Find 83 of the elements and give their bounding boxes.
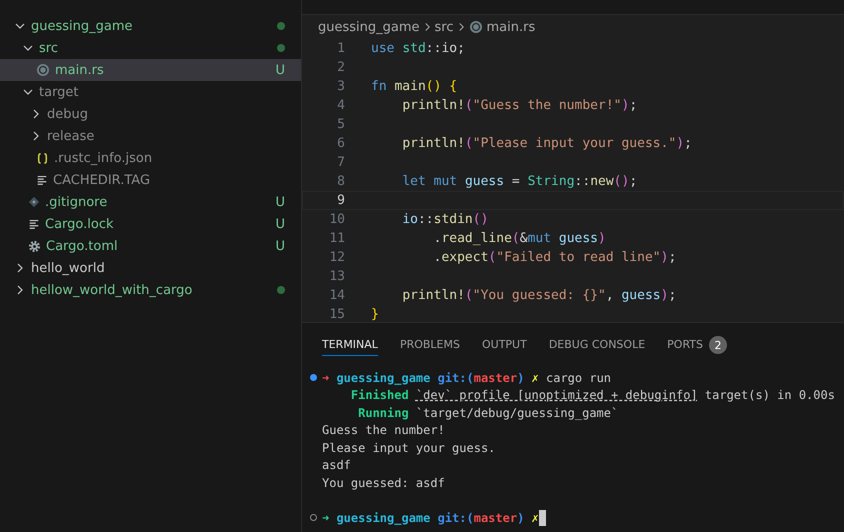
git-status-letter: U: [275, 216, 285, 232]
diamond-icon: [28, 196, 40, 208]
breadcrumb[interactable]: src: [434, 20, 454, 34]
breadcrumb[interactable]: main.rs: [486, 20, 536, 34]
tree-item[interactable]: main.rs U: [0, 59, 301, 81]
line-number: 14: [328, 288, 345, 303]
tree-item-label: src: [39, 40, 58, 56]
tree-item[interactable]: src: [0, 37, 301, 59]
lines-icon: [28, 218, 40, 230]
line-number: 9: [336, 193, 345, 208]
code-line: println!("You guessed: {}", guess);: [401, 288, 676, 303]
tree-item[interactable]: Cargo.lock U: [0, 213, 301, 235]
terminal-output: Guess the number!: [322, 423, 445, 438]
tree-item-label: hellow_world_with_cargo: [31, 282, 192, 298]
line-number: 11: [328, 231, 345, 246]
line-number: 13: [328, 269, 345, 284]
tree-item-label: target: [39, 84, 79, 100]
chevron-right-icon: [424, 21, 431, 33]
tree-item[interactable]: target: [0, 81, 301, 103]
breadcrumb[interactable]: guessing_game: [318, 20, 420, 34]
panel-tab[interactable]: OUTPUT: [482, 334, 527, 356]
code-line: .expect("Failed to read line");: [432, 250, 676, 265]
code-line: io::stdin(): [401, 212, 488, 227]
line-number: 5: [336, 117, 345, 132]
tree-item[interactable]: Cargo.toml U: [0, 235, 301, 257]
gear-icon: [28, 240, 41, 252]
tree-item-label: debug: [47, 106, 88, 122]
line-number: 6: [336, 136, 345, 151]
tree-item[interactable]: .rustc_info.json: [0, 147, 301, 169]
line-number: 10: [328, 212, 345, 227]
tree-item-label: .rustc_info.json: [54, 150, 152, 166]
tree-item-label: main.rs: [55, 62, 104, 78]
tree-item[interactable]: debug: [0, 103, 301, 125]
panel-tab[interactable]: TERMINAL: [322, 334, 378, 356]
gear-circle-icon: [468, 20, 483, 34]
code-line: }: [371, 307, 379, 322]
line-number: 7: [336, 155, 345, 170]
line-number: 8: [336, 174, 345, 189]
git-status-letter: U: [275, 194, 285, 210]
line-number: 1: [336, 41, 345, 56]
line-number: 4: [336, 98, 345, 113]
code-line: println!("Guess the number!");: [401, 98, 638, 113]
line-number: 2: [336, 60, 345, 75]
chevron-right-icon: [458, 21, 465, 33]
tree-item-label: Cargo.lock: [45, 216, 114, 232]
tree-item[interactable]: hellow_world_with_cargo: [0, 279, 301, 301]
tree-item[interactable]: guessing_game: [0, 15, 301, 37]
tree-item-label: release: [47, 128, 94, 144]
terminal-output: Finished `dev` profile [unoptimized + debuginfo] target(s) in 0.00s: [350, 388, 835, 402]
tree-item[interactable]: hello_world: [0, 257, 301, 279]
code-line: .read_line(&mut guess): [432, 231, 606, 246]
count-badge: 2: [709, 336, 727, 354]
tree-item-label: guessing_game: [31, 18, 133, 34]
command-status-dot[interactable]: [310, 374, 317, 382]
line-number: 12: [328, 250, 345, 265]
lines-icon: [36, 174, 48, 186]
terminal-prompt: ➜ guessing_game git:(master) ✗: [322, 510, 539, 525]
terminal-output: Please input your guess.: [322, 440, 496, 455]
line-number: 15: [328, 307, 345, 322]
terminal-output: asdf: [322, 458, 351, 472]
git-status-letter: U: [275, 62, 285, 78]
code-line: use std::io;: [371, 41, 465, 56]
line-number: 3: [336, 79, 345, 94]
tree-item[interactable]: .gitignore U: [0, 191, 301, 213]
gear-circle-icon: [36, 63, 50, 77]
panel-tab[interactable]: PORTS: [667, 334, 703, 356]
terminal-output: You guessed: asdf: [322, 476, 445, 490]
braces-icon: [36, 152, 49, 164]
tree-item-label: .gitignore: [45, 194, 108, 210]
tree-item-label: CACHEDIR.TAG: [53, 172, 150, 188]
git-status-letter: U: [275, 238, 285, 254]
terminal-prompt: ➜ guessing_game git:(master) ✗ cargo run: [322, 370, 612, 385]
panel-tab[interactable]: PROBLEMS: [400, 334, 460, 356]
tree-item-label: hello_world: [31, 260, 105, 276]
code-line: println!("Please input your guess.");: [401, 136, 692, 151]
tree-item[interactable]: release: [0, 125, 301, 147]
code-line: fn main() {: [371, 79, 458, 94]
panel-tab[interactable]: DEBUG CONSOLE: [548, 334, 646, 356]
command-status-dot[interactable]: [310, 514, 317, 522]
terminal-output: Running `target/debug/guessing_game`: [357, 406, 618, 420]
tree-item[interactable]: CACHEDIR.TAG: [0, 169, 301, 191]
code-line: let mut guess = String::new();: [401, 174, 638, 189]
tree-item-label: Cargo.toml: [46, 238, 118, 254]
